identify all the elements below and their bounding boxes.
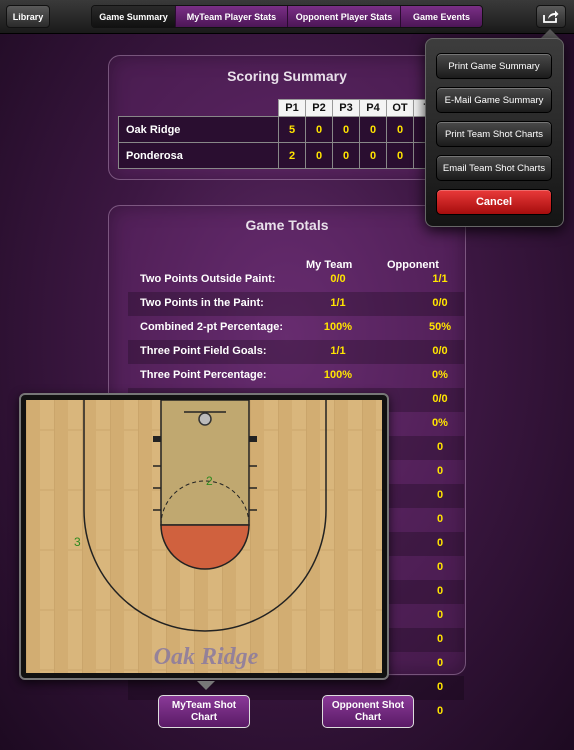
stat-label: Two Points Outside Paint: — [140, 273, 276, 285]
opponent-value: 0 — [436, 609, 444, 621]
stat-label: Two Points in the Paint: — [140, 297, 264, 309]
col-header: P3 — [332, 99, 360, 117]
opponent-value: 0 — [436, 465, 444, 477]
tab-game-summary[interactable]: Game Summary — [92, 6, 175, 27]
my-team-value: 0/0 — [330, 273, 346, 285]
col-header: P2 — [305, 99, 333, 117]
library-button[interactable]: Library — [6, 5, 50, 28]
opponent-value: 0% — [432, 417, 448, 429]
share-button[interactable] — [536, 5, 566, 28]
my-team-value: 100% — [323, 369, 353, 381]
opponent-value: 0 — [436, 585, 444, 597]
scoring-table: P1 P2 P3 P4 OT T Oak Ridge 5 0 0 0 0 Pon… — [118, 99, 441, 169]
opponent-value: 0 — [436, 657, 444, 669]
court-team-name: Oak Ridge — [154, 644, 259, 670]
share-menu-popover: Print Game Summary E-Mail Game Summary P… — [425, 38, 564, 227]
col-header: P1 — [278, 99, 306, 117]
tab-myteam-player-stats[interactable]: MyTeam Player Stats — [175, 6, 287, 27]
opponent-value: 0 — [436, 633, 444, 645]
game-totals-title: Game Totals — [245, 217, 329, 233]
tab-game-events[interactable]: Game Events — [400, 6, 482, 27]
team-name: Ponderosa — [118, 142, 279, 169]
opponent-value: 0 — [436, 513, 444, 525]
col-header: OT — [386, 99, 414, 117]
shot-marker: 2 — [206, 474, 213, 488]
shot-chart[interactable]: 2 3 Oak Ridge — [19, 393, 389, 680]
top-toolbar: Library Game Summary MyTeam Player Stats… — [0, 0, 574, 34]
cancel-button[interactable]: Cancel — [436, 189, 552, 215]
opponent-value: 0 — [436, 537, 444, 549]
col-header: P4 — [359, 99, 387, 117]
print-team-shot-charts-button[interactable]: Print Team Shot Charts — [436, 121, 552, 147]
opponent-value: 1/1 — [432, 273, 448, 285]
opponent-value: 50% — [428, 321, 452, 333]
opponent-value: 0 — [436, 681, 444, 693]
table-row: Ponderosa 2 0 0 0 0 — [118, 142, 441, 169]
email-game-summary-button[interactable]: E-Mail Game Summary — [436, 87, 552, 113]
opponent-value: 0/0 — [432, 297, 448, 309]
share-icon — [543, 10, 559, 23]
table-row: Three Point Field Goals: 1/1 0/0 — [128, 340, 464, 364]
table-row: Two Points Outside Paint: 0/0 1/1 — [128, 268, 464, 292]
table-row: Two Points in the Paint: 1/1 0/0 — [128, 292, 464, 316]
email-team-shot-charts-button[interactable]: Email Team Shot Charts — [436, 155, 552, 181]
my-team-value: 1/1 — [330, 297, 346, 309]
chart-pointer — [197, 681, 215, 690]
opponent-value: 0/0 — [432, 393, 448, 405]
stat-label: Combined 2-pt Percentage: — [140, 321, 284, 333]
stat-label: Three Point Field Goals: — [140, 345, 267, 357]
tab-opponent-player-stats[interactable]: Opponent Player Stats — [287, 6, 400, 27]
shot-marker: 3 — [74, 535, 81, 549]
view-tabs: Game Summary MyTeam Player Stats Opponen… — [91, 5, 483, 28]
opponent-value: 0/0 — [432, 345, 448, 357]
stat-label: Three Point Percentage: — [140, 369, 267, 381]
opponent-shot-chart-button[interactable]: Opponent Shot Chart — [322, 695, 414, 728]
team-name: Oak Ridge — [118, 116, 279, 143]
opponent-value: 0 — [436, 561, 444, 573]
court-diagram: 2 3 Oak Ridge — [26, 400, 382, 673]
opponent-value: 0 — [436, 441, 444, 453]
opponent-value: 0 — [436, 489, 444, 501]
opponent-value: 0% — [432, 369, 448, 381]
table-row: Oak Ridge 5 0 0 0 0 — [118, 116, 441, 143]
my-team-value: 100% — [323, 321, 353, 333]
my-team-value: 1/1 — [330, 345, 346, 357]
myteam-shot-chart-button[interactable]: MyTeam Shot Chart — [158, 695, 250, 728]
table-row: Three Point Percentage: 100% 0% — [128, 364, 464, 388]
scoring-summary-title: Scoring Summary — [227, 68, 347, 84]
table-row: Combined 2-pt Percentage: 100% 50% — [128, 316, 464, 340]
scoring-summary-panel: Scoring Summary P1 P2 P3 P4 OT T Oak Rid… — [108, 55, 466, 180]
print-game-summary-button[interactable]: Print Game Summary — [436, 53, 552, 79]
hoop — [198, 412, 212, 426]
